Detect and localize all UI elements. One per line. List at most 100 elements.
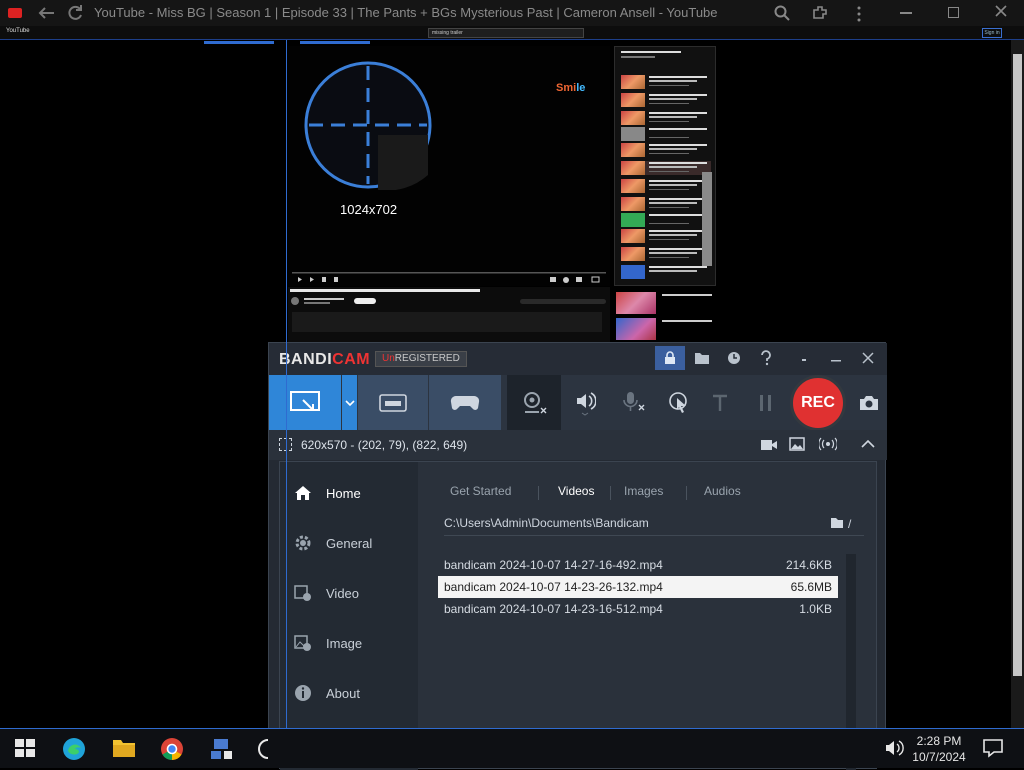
pause-icon[interactable] [751, 375, 781, 430]
tab-images[interactable]: Images [624, 484, 663, 498]
clock-date: 10/7/2024 [912, 750, 966, 764]
webcam-icon[interactable] [507, 375, 561, 430]
sidebar-item-general[interactable]: General [280, 518, 418, 568]
sidebar-item-image[interactable]: Image [280, 618, 418, 668]
file-explorer-icon[interactable] [112, 737, 136, 761]
bandicam-main-panel: Home General Video Image About Get Start… [279, 461, 877, 770]
file-size: 65.6MB [790, 580, 832, 594]
list-item[interactable] [621, 111, 711, 125]
open-folder-icon[interactable] [830, 517, 844, 529]
minimize-icon[interactable] [900, 12, 912, 14]
list-item[interactable] [621, 229, 711, 243]
file-size: 1.0KB [799, 602, 832, 616]
minimize-icon[interactable] [821, 346, 851, 370]
sidebar-item-label: Video [326, 585, 360, 601]
list-item[interactable] [621, 197, 711, 211]
capture-resolution-label: 1024x702 [340, 202, 398, 217]
recommended-thumbnail[interactable] [616, 292, 656, 314]
file-name: bandicam 2024-10-07 14-23-16-512.mp4 [444, 602, 663, 616]
chrome-browser-icon[interactable] [160, 737, 184, 761]
recommended-thumbnail[interactable] [616, 318, 656, 340]
bandicam-title-bar: BANDICAM UnREGISTERED [269, 343, 887, 375]
mode-dropdown-chevron-down-icon[interactable] [342, 375, 357, 430]
search-icon[interactable] [774, 5, 790, 21]
help-icon[interactable] [751, 346, 781, 370]
screen-recording-mode-button[interactable] [269, 375, 341, 430]
list-item[interactable] [621, 161, 711, 175]
screenshot-camera-icon[interactable] [853, 375, 885, 430]
playlist-scrollbar[interactable] [702, 172, 712, 266]
chevron-up-icon[interactable] [861, 439, 875, 449]
game-recording-mode-button[interactable] [429, 375, 501, 430]
more-menu-icon[interactable] [856, 6, 862, 22]
sidebar-item-home[interactable]: Home [280, 468, 418, 518]
list-item[interactable] [621, 179, 711, 193]
capture-area-bar: 620x570 - (202, 79), (822, 649) [269, 430, 887, 460]
cursor-effect-icon[interactable] [661, 375, 697, 430]
list-item[interactable] [621, 213, 711, 227]
device-recording-mode-button[interactable] [358, 375, 428, 430]
back-arrow-icon[interactable] [36, 5, 56, 21]
record-button[interactable]: REC [790, 375, 846, 431]
table-row[interactable]: bandicam 2024-10-07 14-23-26-132.mp4 65.… [438, 576, 838, 598]
windows-taskbar: 2:28 PM 10/7/2024 [0, 728, 1024, 768]
tab-get-started[interactable]: Get Started [450, 484, 511, 498]
video-camera-icon[interactable] [760, 438, 778, 452]
sidebar-item-label: About [326, 685, 360, 701]
bandicam-logo: BANDICAM [279, 351, 371, 368]
list-item[interactable] [621, 247, 711, 261]
restore-icon[interactable] [948, 7, 959, 18]
sidebar-item-about[interactable]: About [280, 668, 418, 718]
selection-edge [300, 41, 370, 44]
bandicam-window: BANDICAM UnREGISTERED REC 620x570 - (202… [268, 342, 887, 770]
broadcast-icon[interactable] [819, 437, 837, 451]
notification-center-icon[interactable] [982, 737, 1006, 761]
bandicam-taskbar-icon[interactable] [258, 737, 282, 761]
video-controls [288, 272, 610, 284]
list-item[interactable] [621, 143, 711, 157]
search-input[interactable]: missing trailer [428, 28, 584, 38]
clock-icon[interactable] [719, 346, 749, 370]
sidebar-item-label: Home [326, 485, 361, 501]
extensions-icon[interactable] [811, 4, 829, 22]
microphone-icon[interactable] [613, 375, 653, 430]
edge-browser-icon[interactable] [62, 737, 86, 761]
gear-icon [292, 534, 314, 552]
table-row[interactable]: bandicam 2024-10-07 14-23-16-512.mp4 1.0… [438, 598, 838, 620]
video-player[interactable]: Smile 1024x702 [288, 46, 610, 286]
video-settings-icon [292, 584, 314, 602]
sidebar-item-label: Image [326, 635, 363, 651]
youtube-logo[interactable]: YouTube [6, 28, 30, 34]
list-item[interactable] [621, 75, 711, 89]
tab-audios[interactable]: Audios [704, 484, 741, 498]
text-overlay-icon[interactable] [705, 375, 735, 430]
unregistered-badge[interactable]: UnREGISTERED [375, 351, 467, 367]
network-computer-icon[interactable] [208, 737, 232, 761]
speaker-icon[interactable] [567, 375, 603, 430]
list-item[interactable] [621, 93, 711, 107]
list-item[interactable] [621, 127, 711, 141]
system-clock[interactable]: 2:28 PM 10/7/2024 [900, 733, 978, 765]
mini-mode-icon[interactable] [789, 346, 819, 370]
file-size: 214.6KB [785, 558, 832, 572]
window-title: YouTube - Miss BG | Season 1 | Episode 3… [94, 5, 718, 20]
image-icon[interactable] [789, 437, 805, 451]
refresh-icon[interactable] [66, 4, 84, 22]
lock-icon[interactable] [655, 346, 685, 370]
list-item[interactable] [621, 265, 711, 279]
folder-icon[interactable] [687, 346, 717, 370]
page-scrollbar[interactable] [1011, 40, 1024, 730]
windows-start-icon[interactable] [14, 737, 38, 761]
video-metadata [288, 287, 610, 342]
playlist-panel [614, 46, 716, 286]
sign-in-button[interactable]: Sign in [982, 28, 1002, 38]
clock-time: 2:28 PM [916, 734, 962, 748]
sidebar: Home General Video Image About [280, 462, 418, 770]
table-row[interactable]: bandicam 2024-10-07 14-27-16-492.mp4 214… [438, 554, 838, 576]
file-name: bandicam 2024-10-07 14-23-26-132.mp4 [444, 580, 663, 594]
tab-videos[interactable]: Videos [558, 484, 594, 498]
sidebar-item-video[interactable]: Video [280, 568, 418, 618]
selection-guide-line [286, 40, 287, 768]
close-icon[interactable] [853, 346, 883, 370]
close-icon[interactable] [994, 4, 1008, 18]
